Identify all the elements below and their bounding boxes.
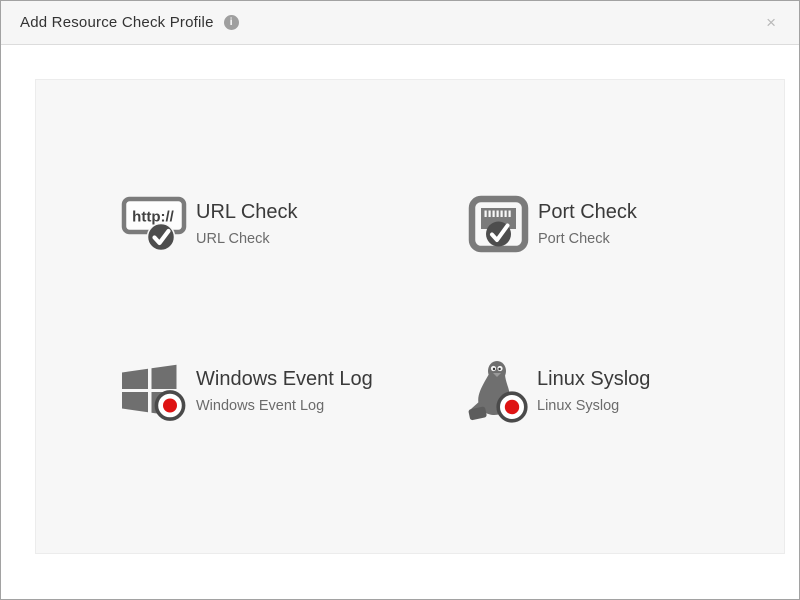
dialog-title: Add Resource Check Profile	[20, 14, 214, 31]
check-type-subtitle: URL Check	[196, 232, 298, 248]
check-type-title: Windows Event Log	[196, 368, 373, 391]
windows-event-log-icon	[121, 361, 187, 422]
check-type-subtitle: Port Check	[538, 232, 637, 248]
check-type-linux-syslog[interactable]: Linux Syslog Linux Syslog	[466, 358, 650, 424]
check-type-windows-event-log[interactable]: Windows Event Log Windows Event Log	[121, 361, 373, 422]
check-type-title: Linux Syslog	[537, 368, 650, 391]
check-type-panel: http:// URL Check URL Check	[35, 79, 785, 554]
port-check-icon	[468, 195, 529, 253]
add-resource-check-profile-dialog: Add Resource Check Profile i × http:// U…	[0, 0, 800, 600]
check-type-title: URL Check	[196, 201, 298, 224]
check-type-port-check[interactable]: Port Check Port Check	[468, 195, 637, 253]
check-type-subtitle: Linux Syslog	[537, 399, 650, 415]
check-type-subtitle: Windows Event Log	[196, 399, 373, 415]
check-type-text: URL Check URL Check	[196, 201, 298, 248]
check-type-text: Port Check Port Check	[538, 201, 637, 248]
check-type-text: Linux Syslog Linux Syslog	[537, 368, 650, 415]
svg-text:http://: http://	[132, 209, 174, 226]
close-icon[interactable]: ×	[762, 12, 780, 33]
linux-syslog-icon	[466, 358, 528, 424]
check-type-title: Port Check	[538, 201, 637, 224]
info-icon[interactable]: i	[224, 15, 239, 30]
check-type-text: Windows Event Log Windows Event Log	[196, 368, 373, 415]
dialog-header: Add Resource Check Profile i ×	[1, 1, 799, 45]
url-check-icon: http://	[121, 196, 187, 253]
check-type-url-check[interactable]: http:// URL Check URL Check	[121, 196, 298, 253]
